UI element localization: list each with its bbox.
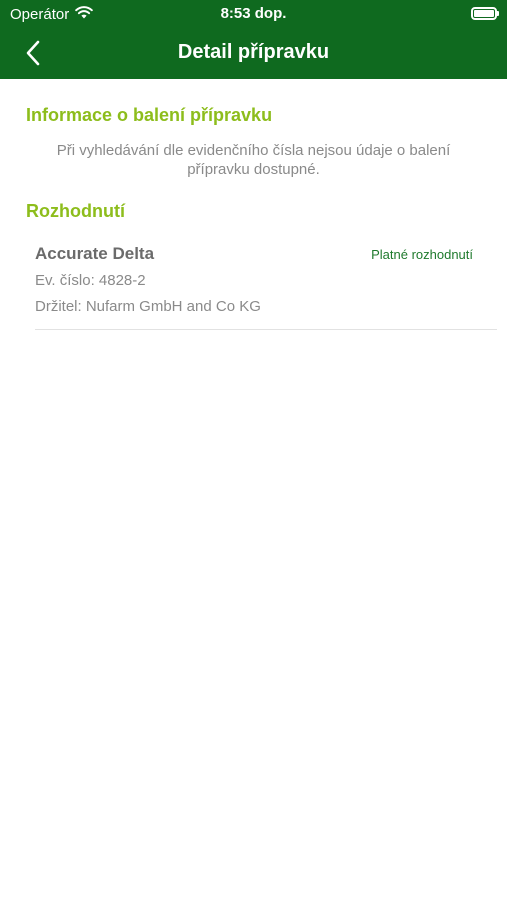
battery-icon [471, 7, 499, 20]
decisions-section-title: Rozhodnutí [26, 201, 125, 221]
status-bar: Operátor 8:53 dop. [0, 0, 507, 28]
packaging-section-title: Informace o balení přípravku [26, 105, 273, 125]
decision-status-label: Platné rozhodnutí [371, 247, 473, 262]
header: Operátor 8:53 dop. Detail přípravku [0, 0, 507, 79]
nav-bar: Detail přípravku [0, 28, 507, 79]
holder-name: Držitel: Nufarm GmbH and Co KG [35, 298, 261, 315]
status-time: 8:53 dop. [220, 5, 287, 22]
battery-level [474, 10, 494, 17]
battery-nub [497, 11, 499, 16]
product-name: Accurate Delta [35, 244, 155, 263]
decision-list-item[interactable]: Accurate Delta Platné rozhodnutí Ev. čís… [35, 239, 497, 330]
registration-number: Ev. číslo: 4828-2 [35, 272, 146, 289]
page-title: Detail přípravku [177, 41, 330, 63]
screen: Operátor 8:53 dop. Detail přípravku Info… [0, 0, 507, 900]
packaging-note: Při vyhledávání dle evidenčního čísla ne… [56, 142, 451, 178]
